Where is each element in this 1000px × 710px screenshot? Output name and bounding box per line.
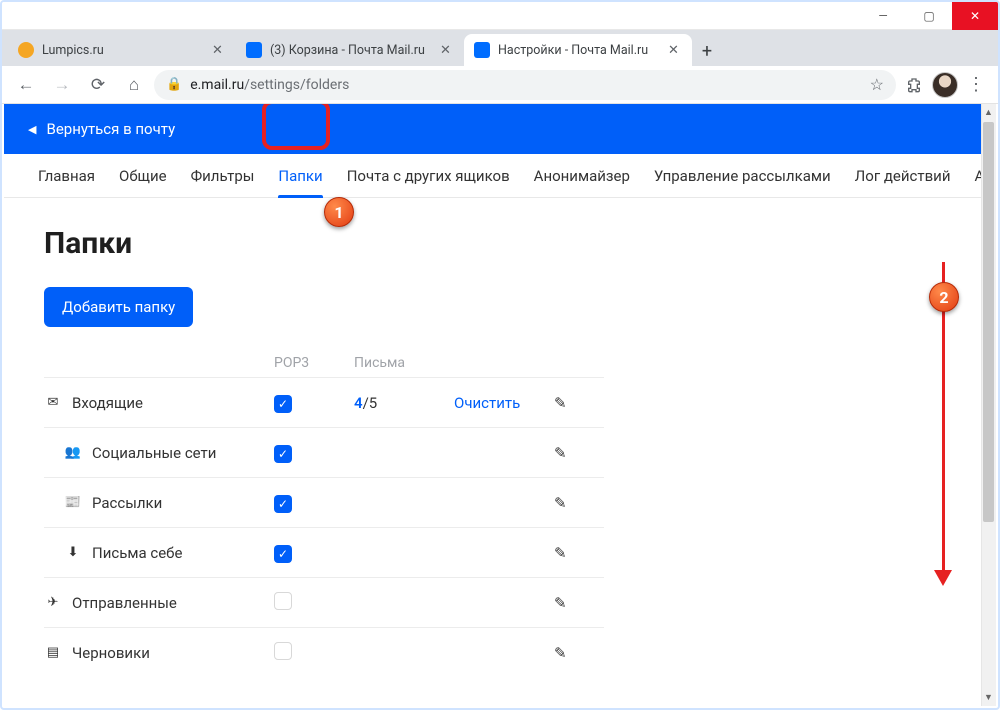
table-row: ✉ Входящие ✓ 4/5 Очистить ✎ — [44, 377, 604, 427]
tab-close-icon[interactable]: ✕ — [668, 43, 682, 58]
nav-subscriptions[interactable]: Управление рассылками — [642, 154, 843, 198]
edit-icon[interactable]: ✎ — [554, 594, 604, 612]
annotation-badge-1: 1 — [324, 197, 354, 227]
kebab-menu-icon[interactable]: ⋮ — [962, 74, 990, 95]
col-pop3: POP3 — [274, 355, 354, 371]
reload-button[interactable]: ⟳ — [82, 69, 114, 101]
nav-main[interactable]: Главная — [26, 154, 107, 198]
lock-icon: 🔒 — [166, 77, 182, 92]
tab-title: (3) Корзина - Почта Mail.ru — [270, 43, 432, 58]
browser-tab[interactable]: Lumpics.ru ✕ — [8, 34, 236, 66]
url-path: /settings/folders — [244, 77, 349, 93]
letters-count: 4/5 — [354, 394, 454, 412]
window-maximize-button[interactable]: ▢ — [906, 2, 952, 30]
folders-table: POP3 Письма ✉ Входящие ✓ 4/5 Очистить ✎ 👥… — [44, 349, 604, 677]
table-row: ⬇ Письма себе ✓ ✎ — [44, 527, 604, 577]
new-tab-button[interactable]: + — [692, 36, 722, 66]
url-host: e.mail.ru — [190, 77, 244, 93]
table-row: ✈ Отправленные ✎ — [44, 577, 604, 627]
table-row: 👥 Социальные сети ✓ ✎ — [44, 427, 604, 477]
nav-filters[interactable]: Фильтры — [179, 154, 267, 198]
favicon-icon — [18, 42, 34, 58]
tab-close-icon[interactable]: ✕ — [440, 43, 454, 58]
sent-icon: ✈ — [44, 595, 62, 611]
edit-icon[interactable]: ✎ — [554, 544, 604, 562]
pop3-checkbox[interactable]: ✓ — [274, 545, 292, 563]
folder-name: Входящие — [72, 394, 143, 412]
nav-folders[interactable]: Папки — [266, 154, 334, 198]
nav-anonymizer[interactable]: Анонимайзер — [522, 154, 642, 198]
tab-close-icon[interactable]: ✕ — [212, 43, 226, 58]
page-content: ◀ Вернуться в почту Главная Общие Фильтр… — [4, 104, 996, 706]
table-header: POP3 Письма — [44, 349, 604, 377]
window-close-button[interactable]: ✕ — [952, 2, 998, 30]
folder-name: Отправленные — [72, 594, 177, 612]
home-button[interactable]: ⌂ — [118, 69, 150, 101]
window-titlebar: — ▢ ✕ — [2, 2, 998, 30]
extensions-icon[interactable] — [900, 71, 928, 99]
annotation-badge-2: 2 — [929, 282, 959, 312]
social-icon: 👥 — [64, 445, 82, 461]
favicon-icon — [474, 42, 490, 58]
favicon-icon — [246, 42, 262, 58]
settings-nav: Главная Общие Фильтры Папки Почта с друг… — [4, 154, 996, 198]
pop3-checkbox[interactable] — [274, 592, 292, 610]
drafts-icon: ▤ — [44, 645, 62, 661]
edit-icon[interactable]: ✎ — [554, 644, 604, 662]
browser-tabstrip: Lumpics.ru ✕ (3) Корзина - Почта Mail.ru… — [2, 30, 998, 66]
table-row: 📰 Рассылки ✓ ✎ — [44, 477, 604, 527]
edit-icon[interactable]: ✎ — [554, 394, 604, 412]
scrollbar-track[interactable]: ▲ ▼ — [981, 104, 996, 706]
tab-title: Lumpics.ru — [42, 43, 204, 58]
nav-other-mailboxes[interactable]: Почта с других ящиков — [335, 154, 522, 198]
triangle-left-icon: ◀ — [28, 123, 36, 136]
back-to-mail-bar[interactable]: ◀ Вернуться в почту — [4, 104, 996, 154]
pop3-checkbox[interactable]: ✓ — [274, 495, 292, 513]
forward-button[interactable]: → — [46, 69, 78, 101]
scrollbar-thumb[interactable] — [983, 122, 994, 522]
folder-name: Письма себе — [92, 544, 182, 562]
browser-toolbar: ← → ⟳ ⌂ 🔒 e.mail.ru/settings/folders ☆ ⋮ — [2, 66, 998, 104]
mailing-icon: 📰 — [64, 495, 82, 511]
edit-icon[interactable]: ✎ — [554, 494, 604, 512]
folder-name: Рассылки — [92, 494, 162, 512]
bookmark-star-icon[interactable]: ☆ — [870, 75, 884, 94]
pop3-checkbox[interactable]: ✓ — [274, 395, 292, 413]
nav-log[interactable]: Лог действий — [843, 154, 963, 198]
scroll-up-icon[interactable]: ▲ — [981, 104, 996, 121]
annotation-arrow-head — [934, 570, 952, 586]
back-to-mail-label: Вернуться в почту — [46, 120, 175, 138]
inbox-icon: ✉ — [44, 395, 62, 411]
col-letters: Письма — [354, 355, 454, 371]
table-row: ▤ Черновики ✎ — [44, 627, 604, 677]
back-button[interactable]: ← — [10, 69, 42, 101]
nav-general[interactable]: Общие — [107, 154, 179, 198]
add-folder-button[interactable]: Добавить папку — [44, 287, 193, 327]
pop3-checkbox[interactable]: ✓ — [274, 445, 292, 463]
scroll-down-icon[interactable]: ▼ — [981, 689, 996, 706]
tab-title: Настройки - Почта Mail.ru — [498, 43, 660, 58]
window-minimize-button[interactable]: — — [860, 2, 906, 30]
browser-tab[interactable]: (3) Корзина - Почта Mail.ru ✕ — [236, 34, 464, 66]
clear-link[interactable]: Очистить — [454, 394, 554, 412]
pop3-checkbox[interactable] — [274, 642, 292, 660]
folder-name: Социальные сети — [92, 444, 216, 462]
profile-avatar[interactable] — [932, 72, 958, 98]
to-self-icon: ⬇ — [64, 545, 82, 561]
browser-tab[interactable]: Настройки - Почта Mail.ru ✕ — [464, 34, 692, 66]
edit-icon[interactable]: ✎ — [554, 444, 604, 462]
page-title: Папки — [44, 226, 956, 261]
address-bar[interactable]: 🔒 e.mail.ru/settings/folders ☆ — [154, 70, 896, 100]
folder-name: Черновики — [72, 644, 150, 662]
